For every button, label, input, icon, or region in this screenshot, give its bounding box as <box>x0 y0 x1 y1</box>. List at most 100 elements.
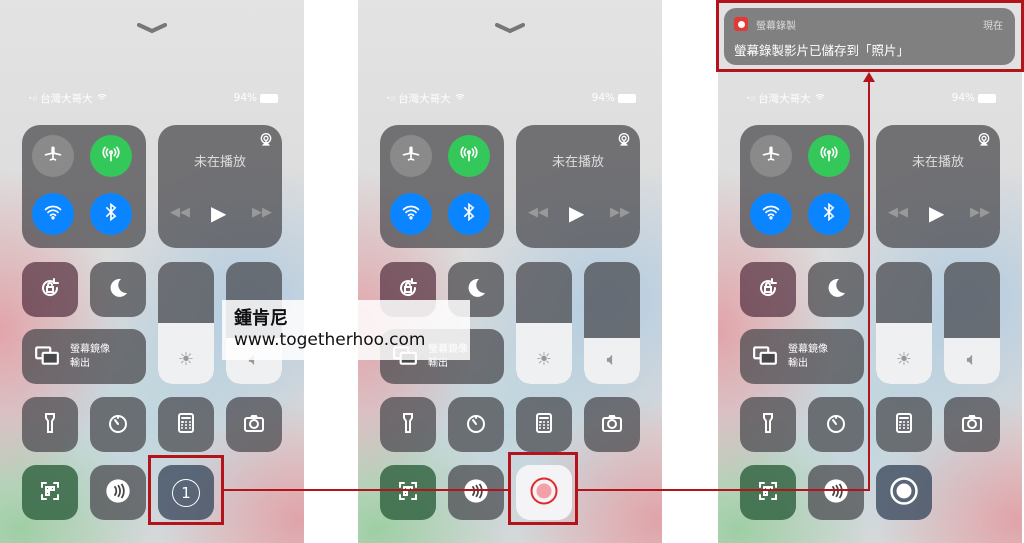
screen-mirroring-button[interactable]: 螢幕鏡像輸出 <box>740 329 864 384</box>
camera-button[interactable] <box>226 397 282 452</box>
wifi-button[interactable] <box>390 193 432 235</box>
play-icon[interactable]: ▶ <box>569 201 584 225</box>
camera-icon <box>600 411 624 439</box>
signal-icon: •ıl <box>28 93 38 103</box>
qr-scanner-button[interactable] <box>380 465 436 520</box>
do-not-disturb-button[interactable] <box>90 262 146 317</box>
rotation-lock-button[interactable] <box>22 262 78 317</box>
screen-mirroring-button[interactable]: 螢幕鏡像輸出 <box>22 329 146 384</box>
flashlight-button[interactable] <box>740 397 796 452</box>
timer-button[interactable] <box>90 397 146 452</box>
flashlight-icon <box>756 411 780 439</box>
wallet-nfc-button[interactable] <box>448 465 504 520</box>
volume-slider[interactable]: 🔈︎ <box>944 262 1000 384</box>
calculator-button[interactable] <box>158 397 214 452</box>
cellular-data-icon <box>459 144 479 169</box>
now-playing-block: 未在播放 ◀◀ ▶ ▶▶ <box>158 125 282 248</box>
airplane-mode-button[interactable] <box>750 135 792 177</box>
volume-slider[interactable]: 🔈︎ <box>584 262 640 384</box>
mirroring-line-1: 螢幕鏡像 <box>70 343 110 355</box>
qr-scanner-icon <box>396 479 420 507</box>
mirroring-line-2: 輸出 <box>70 357 90 369</box>
airplay-icon[interactable] <box>258 131 274 151</box>
wifi-status-icon <box>814 91 826 106</box>
arrow-line-3 <box>868 80 870 491</box>
camera-icon <box>242 411 266 439</box>
qr-scanner-button[interactable] <box>22 465 78 520</box>
flashlight-icon <box>396 411 420 439</box>
wallet-nfc-button[interactable] <box>808 465 864 520</box>
bluetooth-button[interactable] <box>90 193 132 235</box>
camera-button[interactable] <box>584 397 640 452</box>
rotation-lock-icon <box>756 276 780 304</box>
battery-percent: 94% <box>233 92 257 104</box>
watermark-name: 鍾肯尼 <box>234 308 288 329</box>
screen-record-icon <box>889 476 919 510</box>
media-title: 未在播放 <box>193 155 246 170</box>
chevron-down-icon[interactable] <box>494 20 526 34</box>
status-right: 94% <box>952 92 996 104</box>
brightness-slider[interactable]: ☀ <box>516 262 572 384</box>
qr-scanner-button[interactable] <box>740 465 796 520</box>
do-not-disturb-icon <box>106 276 130 304</box>
bluetooth-icon <box>459 202 479 227</box>
arrow-line-2 <box>578 489 870 491</box>
cellular-data-button[interactable] <box>448 135 490 177</box>
wifi-button[interactable] <box>32 193 74 235</box>
fast-forward-icon[interactable]: ▶▶ <box>970 205 990 220</box>
carrier-name: 台灣大哥大 <box>398 92 451 105</box>
rotation-lock-icon <box>38 276 62 304</box>
timer-button[interactable] <box>808 397 864 452</box>
volume-icon: 🔈︎ <box>966 349 978 370</box>
battery-icon <box>260 93 278 103</box>
play-icon[interactable]: ▶ <box>929 201 944 225</box>
do-not-disturb-button[interactable] <box>808 262 864 317</box>
chevron-down-icon[interactable] <box>136 20 168 34</box>
arrow-line-1 <box>224 489 508 491</box>
rewind-icon[interactable]: ◀◀ <box>528 205 548 220</box>
airplane-mode-button[interactable] <box>390 135 432 177</box>
timer-button[interactable] <box>448 397 504 452</box>
bluetooth-button[interactable] <box>448 193 490 235</box>
wallet-nfc-button[interactable] <box>90 465 146 520</box>
cellular-data-button[interactable] <box>90 135 132 177</box>
fast-forward-icon[interactable]: ▶▶ <box>610 205 630 220</box>
camera-button[interactable] <box>944 397 1000 452</box>
qr-scanner-icon <box>38 479 62 507</box>
status-right: 94% <box>592 92 636 104</box>
flashlight-button[interactable] <box>380 397 436 452</box>
play-icon[interactable]: ▶ <box>211 201 226 225</box>
status-bar: •ıl 台灣大哥大 94% <box>28 91 278 105</box>
airplay-icon[interactable] <box>616 131 632 151</box>
calculator-button[interactable] <box>876 397 932 452</box>
wifi-button[interactable] <box>750 193 792 235</box>
watermark: 鍾肯尼 www.togetherhoo.com <box>222 300 470 360</box>
connectivity-block <box>380 125 504 248</box>
highlight-box-notification <box>716 0 1024 72</box>
screen-record-button[interactable] <box>876 465 932 520</box>
status-bar: •ıl 台灣大哥大 94% <box>746 91 996 105</box>
wifi-status-icon <box>96 91 108 106</box>
screen-mirroring-icon <box>34 342 60 372</box>
carrier-name: 台灣大哥大 <box>758 92 811 105</box>
calculator-button[interactable] <box>516 397 572 452</box>
rewind-icon[interactable]: ◀◀ <box>888 205 908 220</box>
volume-icon: 🔈︎ <box>606 349 618 370</box>
rotation-lock-button[interactable] <box>740 262 796 317</box>
fast-forward-icon[interactable]: ▶▶ <box>252 205 272 220</box>
brightness-slider[interactable]: ☀ <box>876 262 932 384</box>
calculator-icon <box>532 411 556 439</box>
cellular-data-button[interactable] <box>808 135 850 177</box>
rewind-icon[interactable]: ◀◀ <box>170 205 190 220</box>
watermark-url: www.togetherhoo.com <box>234 330 426 350</box>
brightness-icon: ☀ <box>895 349 913 370</box>
mirroring-line-2: 輸出 <box>788 357 808 369</box>
bluetooth-button[interactable] <box>808 193 850 235</box>
flashlight-button[interactable] <box>22 397 78 452</box>
calculator-icon <box>174 411 198 439</box>
flashlight-icon <box>38 411 62 439</box>
airplay-icon[interactable] <box>976 131 992 151</box>
airplane-mode-button[interactable] <box>32 135 74 177</box>
wallet-nfc-icon <box>462 477 490 509</box>
brightness-slider[interactable]: ☀ <box>158 262 214 384</box>
